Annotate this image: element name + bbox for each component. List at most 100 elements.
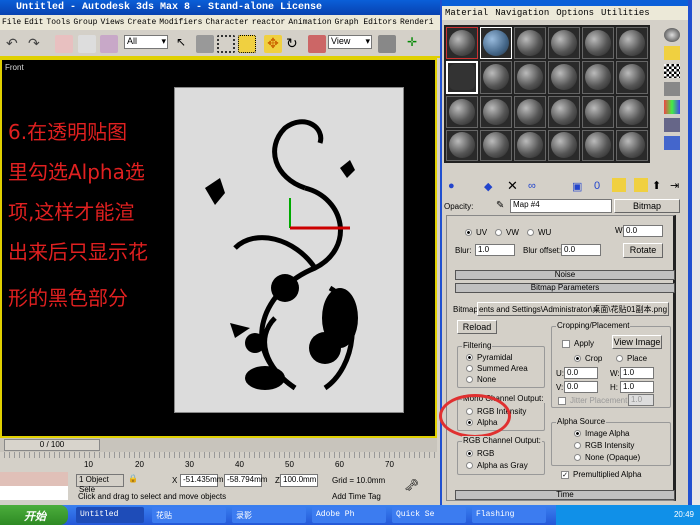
sample-slot[interactable] — [616, 27, 648, 59]
taskbar-item[interactable]: 录影 — [232, 507, 306, 523]
bind-space-warp-icon[interactable] — [100, 35, 118, 53]
menu-create[interactable]: Create — [127, 18, 156, 27]
key-icon[interactable]: 🗝 — [404, 478, 419, 492]
pick-material-icon[interactable]: ✎ — [496, 200, 504, 211]
map-name-field[interactable]: Map #4 — [510, 199, 612, 213]
select-by-name-icon[interactable] — [196, 35, 214, 53]
move-icon[interactable]: ✥ — [264, 35, 282, 53]
none-filter-radio[interactable]: None — [466, 375, 496, 384]
select-icon[interactable]: ↖ — [176, 35, 194, 53]
u-field[interactable]: 0.0 — [564, 367, 598, 379]
jitter-checkbox[interactable]: Jitter Placement — [558, 396, 627, 405]
sample-slot[interactable] — [548, 27, 580, 59]
axis-constraint-icon[interactable]: ✛ — [407, 35, 425, 53]
scale-icon[interactable] — [308, 35, 326, 53]
sample-slot[interactable] — [446, 129, 478, 161]
none-opaque-radio[interactable]: None (Opaque) — [574, 453, 640, 462]
pivot-icon[interactable] — [378, 35, 396, 53]
taskbar-item[interactable]: Flashing — [472, 507, 546, 523]
go-forward-sibling-icon[interactable]: ⇥ — [670, 179, 679, 192]
menu-utilities[interactable]: Utilities — [601, 8, 650, 18]
redo-icon[interactable]: ↷ — [28, 35, 46, 53]
menu-material[interactable]: Material — [445, 8, 488, 18]
make-unique-icon[interactable]: ∞ — [528, 180, 536, 192]
front-viewport[interactable]: Front 6.在透明贴图 里勾选Alpha选 项,这样才能渲 出来后只显示花 … — [0, 58, 437, 438]
menu-modifiers[interactable]: Modifiers — [159, 18, 202, 27]
lock-icon[interactable]: 🔒 — [128, 474, 138, 483]
sample-slot[interactable] — [480, 27, 512, 59]
menu-graph-editors[interactable]: Graph Editors — [335, 18, 397, 27]
jitter-field[interactable]: 1.0 — [628, 394, 654, 406]
rotate-button[interactable]: Rotate — [623, 243, 663, 258]
uv-radio[interactable]: UV — [476, 228, 487, 237]
maxscript-input[interactable] — [0, 486, 68, 500]
menu-reactor[interactable]: reactor — [252, 18, 286, 27]
reload-button[interactable]: Reload — [457, 320, 497, 334]
y-coordinate-field[interactable]: -58.794mm — [224, 474, 267, 487]
background-icon[interactable] — [664, 64, 680, 78]
map-type-button[interactable]: Bitmap — [614, 199, 680, 213]
menu-edit[interactable]: Edit — [24, 18, 43, 27]
menu-navigation[interactable]: Navigation — [495, 8, 549, 18]
x-coordinate-field[interactable]: -51.435mm — [180, 474, 223, 487]
sample-slot[interactable] — [548, 129, 580, 161]
time-rollout[interactable]: Time — [455, 490, 675, 500]
menu-animation[interactable]: Animation — [288, 18, 331, 27]
menu-views[interactable]: Views — [100, 18, 124, 27]
uv-tiling-icon[interactable] — [664, 82, 680, 96]
flower-plane[interactable] — [174, 87, 404, 413]
add-time-tag-button[interactable]: Add Time Tag — [332, 492, 381, 501]
menu-rendering[interactable]: Renderi — [400, 18, 434, 27]
menu-group[interactable]: Group — [73, 18, 97, 27]
reference-coord-dropdown[interactable]: View — [328, 35, 372, 49]
sample-slot[interactable] — [582, 60, 614, 94]
track-bar[interactable]: 10 20 30 40 50 60 70 — [0, 452, 437, 470]
sample-slot[interactable] — [582, 27, 614, 59]
make-preview-icon[interactable] — [664, 118, 680, 132]
go-to-parent-icon[interactable]: ⬆ — [652, 179, 661, 192]
start-button[interactable]: 开始 — [0, 505, 68, 525]
sample-slot[interactable] — [582, 96, 614, 128]
get-material-icon[interactable]: ● — [448, 180, 455, 192]
sample-slot-active[interactable] — [446, 60, 478, 94]
sample-slot[interactable] — [582, 129, 614, 161]
taskbar-item[interactable]: Untitled — [76, 507, 144, 523]
blur-field[interactable]: 1.0 — [475, 244, 515, 256]
vw-radio[interactable]: VW — [506, 228, 519, 237]
delete-icon[interactable]: ✕ — [507, 178, 518, 194]
rect-selection-icon[interactable] — [217, 35, 235, 53]
sample-type-icon[interactable] — [664, 28, 680, 42]
show-map-icon[interactable]: ▣ — [572, 180, 582, 193]
alpha-rgb-intensity-radio[interactable]: RGB Intensity — [574, 441, 634, 450]
view-image-button[interactable]: View Image — [612, 335, 662, 349]
pyramidal-radio[interactable]: Pyramidal — [466, 353, 513, 362]
window-crossing-icon[interactable] — [238, 35, 256, 53]
link-icon[interactable] — [55, 35, 73, 53]
place-radio[interactable]: Place — [616, 354, 647, 363]
taskbar-item[interactable]: Adobe Ph — [312, 507, 386, 523]
undo-icon[interactable]: ↶ — [6, 35, 24, 53]
material-id-icon[interactable]: 0 — [594, 180, 600, 192]
maxscript-listener[interactable] — [0, 472, 68, 486]
taskbar-item[interactable]: Quick Se — [392, 507, 466, 523]
summed-area-radio[interactable]: Summed Area — [466, 364, 528, 373]
sample-slot[interactable] — [616, 60, 648, 94]
time-slider[interactable]: 0 / 100 — [0, 438, 437, 452]
rotate-icon[interactable]: ↻ — [286, 35, 304, 53]
backlight-icon[interactable] — [664, 46, 680, 60]
menu-options[interactable]: Options — [556, 8, 594, 18]
sample-slot[interactable] — [514, 27, 546, 59]
video-color-check-icon[interactable] — [664, 100, 680, 114]
noise-rollout[interactable]: Noise — [455, 270, 675, 280]
z-coordinate-field[interactable]: 100.0mm — [280, 474, 318, 487]
alpha-as-gray-radio[interactable]: Alpha as Gray — [466, 461, 528, 470]
bitmap-parameters-rollout[interactable]: Bitmap Parameters — [455, 283, 675, 293]
taskbar-item[interactable]: 花贴 — [152, 507, 226, 523]
wu-radio[interactable]: WU — [538, 228, 551, 237]
rgb-radio[interactable]: RGB — [466, 449, 494, 458]
sample-slot[interactable] — [548, 96, 580, 128]
sample-slot[interactable] — [446, 27, 478, 59]
w-field[interactable]: 1.0 — [620, 367, 654, 379]
blur-offset-field[interactable]: 0.0 — [561, 244, 601, 256]
sample-slot[interactable] — [548, 60, 580, 94]
